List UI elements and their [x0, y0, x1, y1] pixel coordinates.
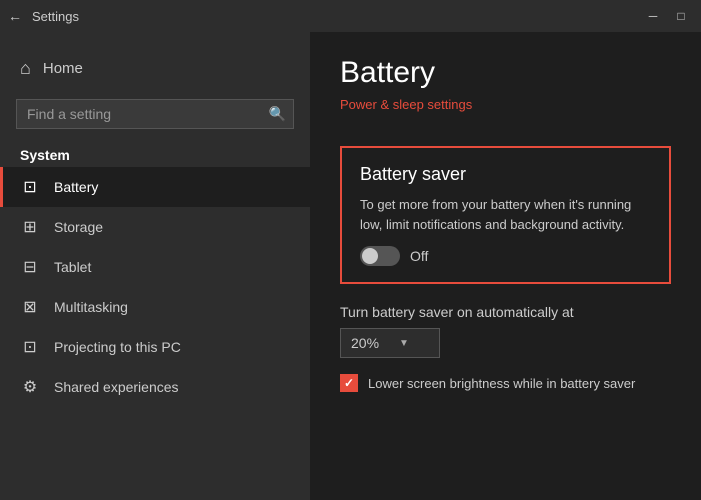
search-icon: 🔍: [269, 106, 286, 123]
sidebar-item-battery[interactable]: ⊡ Battery: [0, 167, 310, 207]
battery-icon: ⊡: [20, 177, 40, 197]
multitasking-icon: ⊠: [20, 297, 40, 317]
chevron-down-icon: ▼: [399, 338, 409, 349]
battery-saver-description: To get more from your battery when it's …: [360, 195, 651, 234]
battery-saver-toggle-row: Off: [360, 246, 651, 266]
sidebar-item-label-battery: Battery: [54, 179, 98, 195]
sidebar-item-label-multitasking: Multitasking: [54, 299, 128, 315]
maximize-button[interactable]: □: [669, 6, 693, 26]
checkmark-icon: ✓: [344, 376, 354, 390]
page-title: Battery: [340, 56, 671, 90]
auto-turn-on-label: Turn battery saver on automatically at: [340, 304, 671, 320]
tablet-icon: ⊟: [20, 257, 40, 277]
sidebar-item-multitasking[interactable]: ⊠ Multitasking: [0, 287, 310, 327]
brightness-checkbox[interactable]: ✓: [340, 374, 358, 392]
battery-saver-card: Battery saver To get more from your batt…: [340, 146, 671, 284]
search-box: 🔍: [16, 99, 294, 129]
sidebar-item-label-tablet: Tablet: [54, 259, 91, 275]
system-section-title: System: [0, 139, 310, 167]
percentage-dropdown[interactable]: 20% ▼: [340, 328, 440, 358]
brightness-checkbox-row: ✓ Lower screen brightness while in batte…: [340, 374, 671, 392]
search-input[interactable]: [16, 99, 294, 129]
auto-turn-on-section: Turn battery saver on automatically at 2…: [340, 304, 671, 358]
battery-saver-title: Battery saver: [360, 164, 651, 185]
window-title: Settings: [32, 9, 79, 24]
home-icon: ⌂: [20, 58, 31, 79]
power-sleep-link[interactable]: Power & sleep settings: [340, 97, 472, 112]
toggle-state-label: Off: [410, 248, 428, 264]
window-controls: ─ □: [641, 6, 693, 26]
sidebar-item-label-shared: Shared experiences: [54, 379, 179, 395]
content-panel: Battery Power & sleep settings Battery s…: [310, 32, 701, 500]
sidebar-item-projecting[interactable]: ⊡ Projecting to this PC: [0, 327, 310, 367]
brightness-label: Lower screen brightness while in battery…: [368, 376, 635, 391]
projecting-icon: ⊡: [20, 337, 40, 357]
back-button[interactable]: ←: [8, 8, 22, 24]
sidebar-item-storage[interactable]: ⊞ Storage: [0, 207, 310, 247]
sidebar-item-shared[interactable]: ⚙ Shared experiences: [0, 367, 310, 407]
storage-icon: ⊞: [20, 217, 40, 237]
toggle-knob: [362, 248, 378, 264]
home-label: Home: [43, 60, 83, 77]
minimize-button[interactable]: ─: [641, 6, 665, 26]
title-bar: ← Settings ─ □: [0, 0, 701, 32]
sidebar-item-label-projecting: Projecting to this PC: [54, 339, 181, 355]
main-layout: ⌂ Home 🔍 System ⊡ Battery ⊞ Storage ⊟ Ta…: [0, 32, 701, 500]
shared-icon: ⚙: [20, 377, 40, 397]
home-nav-item[interactable]: ⌂ Home: [0, 48, 310, 89]
sidebar: ⌂ Home 🔍 System ⊡ Battery ⊞ Storage ⊟ Ta…: [0, 32, 310, 500]
battery-saver-toggle[interactable]: [360, 246, 400, 266]
sidebar-item-tablet[interactable]: ⊟ Tablet: [0, 247, 310, 287]
sidebar-item-label-storage: Storage: [54, 219, 103, 235]
dropdown-value: 20%: [351, 335, 379, 351]
